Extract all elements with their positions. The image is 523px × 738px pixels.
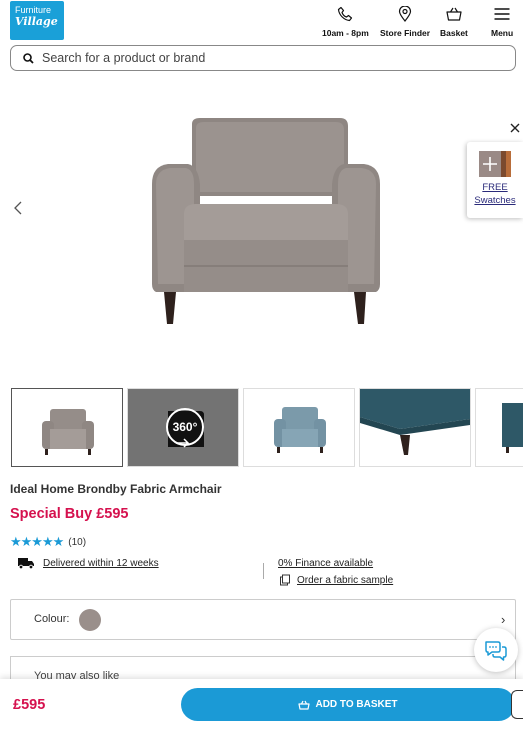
phone-link[interactable]: 10am - 8pm (322, 6, 369, 38)
thumbnail-3[interactable] (243, 388, 355, 467)
chevron-left-icon[interactable] (12, 200, 24, 216)
armchair-thumbnail (42, 409, 94, 455)
site-header: Furniture Village 10am - 8pm Store Finde… (0, 0, 523, 44)
close-icon[interactable] (509, 122, 521, 134)
chevron-right-icon: › (501, 612, 506, 627)
delivery-link[interactable]: Delivered within 12 weeks (17, 557, 159, 569)
fabric-sample-icon (280, 574, 290, 586)
basket-icon (446, 7, 462, 21)
logo[interactable]: Furniture Village (10, 1, 64, 40)
delivery-truck-icon (18, 558, 34, 569)
search-bar[interactable] (10, 45, 516, 71)
thumbnail-360[interactable]: 360° (127, 388, 239, 467)
phone-icon (338, 6, 353, 22)
thumbnail-strip: 360° (11, 388, 523, 468)
search-input[interactable] (42, 51, 482, 65)
product-title: Ideal Home Brondby Fabric Armchair (10, 482, 222, 496)
fabric-sample-link[interactable]: Order a fabric sample (279, 574, 393, 586)
finance-link[interactable]: 0% Finance available (278, 558, 373, 569)
phone-label: 10am - 8pm (322, 28, 369, 38)
menu-label: Menu (491, 28, 514, 38)
armchair-detail-thumbnail (360, 389, 470, 455)
sticky-footer: £595 ADD TO BASKET (0, 679, 523, 738)
swatches-line1: FREE (482, 182, 508, 193)
colour-swatch (79, 609, 101, 631)
review-count: (10) (68, 536, 87, 548)
free-swatches-button[interactable]: FREE Swatches (467, 142, 523, 218)
star-rating-icon: ★★★★★ (10, 534, 64, 549)
logo-line2: Village (15, 15, 58, 28)
store-finder-label: Store Finder (380, 28, 431, 38)
fabric-sample-label: Order a fabric sample (297, 574, 394, 586)
badge-360-text: 360° (173, 420, 198, 434)
logo-line1: Furniture (15, 5, 52, 15)
chat-icon (485, 641, 507, 661)
thumbnail-1[interactable] (11, 388, 123, 467)
rating[interactable]: ★★★★★ (10) (10, 534, 86, 550)
armchair-blue-thumbnail (274, 407, 326, 453)
colour-label: Colour: (34, 613, 70, 625)
map-pin-icon (398, 6, 412, 22)
store-finder-link[interactable]: Store Finder (380, 6, 430, 38)
chat-button[interactable] (474, 628, 518, 672)
delivery-label: Delivered within 12 weeks (43, 557, 159, 569)
thumbnail-5[interactable] (475, 388, 523, 467)
armchair-teal-thumbnail (502, 403, 523, 453)
add-to-basket-button[interactable]: ADD TO BASKET (181, 688, 515, 721)
add-to-basket-label: ADD TO BASKET (315, 699, 398, 710)
product-gallery: FREE Swatches (0, 90, 523, 340)
fabric-swatch-icon (479, 151, 511, 177)
side-tab[interactable] (511, 690, 523, 719)
menu-button[interactable]: Menu (491, 6, 513, 38)
thumbnail-4[interactable] (359, 388, 471, 467)
special-buy-price: Special Buy £595 (10, 506, 129, 522)
hamburger-icon (494, 8, 510, 20)
product-main-image[interactable] (148, 114, 384, 330)
basket-label: Basket (440, 28, 468, 38)
swatches-line2: Swatches (474, 195, 516, 206)
colour-selector[interactable]: Colour: › (10, 599, 516, 640)
basket-icon (298, 700, 311, 710)
search-icon (23, 52, 34, 64)
rotate-360-icon: 360° (166, 408, 204, 448)
divider (263, 563, 264, 579)
basket-link[interactable]: Basket (440, 6, 468, 38)
footer-price: £595 (13, 697, 46, 713)
